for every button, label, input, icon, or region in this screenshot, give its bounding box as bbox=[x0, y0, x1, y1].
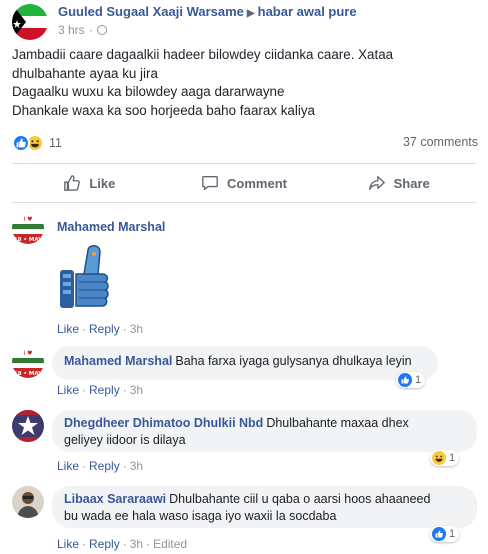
comment-reaction-count: 1 bbox=[449, 452, 456, 464]
comment-item: Libaax Sararaawi Dhulbahante ciil u qaba … bbox=[12, 486, 482, 552]
haha-reaction-icon bbox=[432, 451, 446, 465]
avatar-date-text: 18 • MAY bbox=[14, 237, 43, 243]
comment-time[interactable]: 3h bbox=[130, 322, 143, 336]
comment-time[interactable]: 3h bbox=[130, 537, 143, 551]
post-reactions[interactable]: 11 bbox=[12, 133, 62, 153]
comment-bubble: Libaax Sararaawi Dhulbahante ciil u qaba … bbox=[52, 486, 477, 528]
commenter-avatar[interactable]: I ♥ 18 • MAY bbox=[12, 346, 44, 378]
share-icon bbox=[368, 176, 385, 190]
share-button[interactable]: Share bbox=[321, 166, 476, 200]
comment-icon bbox=[202, 176, 218, 190]
comment-like-link[interactable]: Like bbox=[57, 459, 79, 473]
comment-like-link[interactable]: Like bbox=[57, 537, 79, 551]
comments-count-link[interactable]: 37 comments bbox=[403, 135, 478, 149]
post-timestamp[interactable]: 3 hrs bbox=[58, 23, 85, 37]
comment-reaction-badge[interactable]: 1 bbox=[430, 450, 460, 466]
comment-item: I ♥ 18 • MAY Mahamed Marshal Baha farxa i… bbox=[12, 346, 482, 400]
comment-text: Dhulbahante maxaa dhex bbox=[266, 416, 409, 430]
post-author-name[interactable]: Guuled Sugaal Xaaji Warsame bbox=[58, 4, 244, 19]
post-author-line: Guuled Sugaal Xaaji Warsame ▶ habar awal p… bbox=[58, 4, 357, 19]
like-reaction-icon bbox=[398, 373, 412, 387]
commenter-name[interactable]: Dhegdheer Dhimatoo Dhulkii Nbd bbox=[64, 416, 263, 430]
post-group-name[interactable]: habar awal pure bbox=[258, 4, 357, 19]
svg-text:I ♥: I ♥ bbox=[23, 216, 32, 223]
comment-meta: Like · Reply · 3h bbox=[57, 383, 144, 397]
like-button[interactable]: Like bbox=[12, 166, 167, 200]
reaction-count: 11 bbox=[49, 136, 62, 150]
comment-text: geliyey iidoor is dilaya bbox=[64, 433, 186, 447]
comment-reaction-count: 1 bbox=[415, 374, 422, 386]
post-line: Dagaalku wuxu ka bilowdey aaga dararwayn… bbox=[12, 84, 285, 99]
author-avatar[interactable] bbox=[12, 4, 48, 40]
comment-button[interactable]: Comment bbox=[167, 166, 322, 200]
post-line: Jambadii caare dagaalkii hadeer bilowdey… bbox=[12, 47, 394, 62]
post-action-bar: Like Comment Share bbox=[12, 166, 476, 200]
like-reaction-icon bbox=[432, 527, 446, 541]
commenter-name[interactable]: Mahamed Marshal bbox=[64, 354, 172, 368]
comment-text: Baha farxa iyaga gulysanya dhulkaya leyi… bbox=[175, 354, 412, 368]
thumbs-up-robot-sticker[interactable] bbox=[54, 240, 130, 316]
comment-edited-label[interactable]: Edited bbox=[153, 537, 187, 551]
commenter-name[interactable]: Libaax Sararaawi bbox=[64, 492, 166, 506]
post-line: Dhankale waxa ka soo horjeeda baho faara… bbox=[12, 102, 315, 118]
comment-meta: Like · Reply · 3h bbox=[57, 459, 144, 473]
like-reaction-icon bbox=[12, 134, 30, 152]
comment-text: Dhulbahante ciil u qaba o aarsi hoos aha… bbox=[169, 492, 431, 506]
commenter-name[interactable]: Mahamed Marshal bbox=[57, 220, 165, 234]
divider bbox=[12, 202, 476, 203]
post-header: Guuled Sugaal Xaaji Warsame ▶ habar awal p… bbox=[12, 2, 482, 42]
comment-bubble: Dhegdheer Dhimatoo Dhulkii Nbd Dhulbahant… bbox=[52, 410, 477, 452]
comment-text: bu wada ee hala waso isaga iyo waxii la … bbox=[64, 509, 337, 523]
thumbs-up-icon bbox=[64, 175, 81, 191]
comment-reaction-badge[interactable]: 1 bbox=[396, 372, 426, 388]
dot-separator: · bbox=[88, 23, 93, 37]
divider bbox=[12, 163, 476, 164]
globe-icon bbox=[96, 25, 107, 35]
comment-item: Dhegdheer Dhimatoo Dhulkii Nbd Dhulbahant… bbox=[12, 410, 482, 476]
comment-reply-link[interactable]: Reply bbox=[89, 537, 120, 551]
comment-reply-link[interactable]: Reply bbox=[89, 459, 120, 473]
comment-meta: Like · Reply · 3h · Edited bbox=[57, 537, 188, 551]
comment-reply-link[interactable]: Reply bbox=[89, 322, 120, 336]
commenter-avatar[interactable] bbox=[12, 486, 44, 518]
post-time-line: 3 hrs · bbox=[58, 23, 107, 37]
comment-reaction-badge[interactable]: 1 bbox=[430, 526, 460, 542]
comment-reply-link[interactable]: Reply bbox=[89, 383, 120, 397]
avatar-date-text: 18 • MAY bbox=[14, 371, 43, 377]
svg-text:I ♥: I ♥ bbox=[23, 350, 32, 357]
post-body: Jambadii caare dagaalkii hadeer bilowdey… bbox=[12, 46, 482, 120]
comment-like-link[interactable]: Like bbox=[57, 322, 79, 336]
commenter-avatar[interactable] bbox=[12, 410, 44, 442]
post-line: dhulbahante ayaa ku jira bbox=[12, 65, 158, 81]
comment-like-link[interactable]: Like bbox=[57, 383, 79, 397]
comment-label: Comment bbox=[227, 175, 287, 191]
comment-meta: Like · Reply · 3h bbox=[57, 322, 144, 336]
arrow-right-icon: ▶ bbox=[246, 8, 255, 19]
comment-bubble: Mahamed Marshal Baha farxa iyaga gulysany… bbox=[52, 346, 438, 380]
share-label: Share bbox=[393, 175, 430, 191]
comment-time[interactable]: 3h bbox=[130, 383, 143, 397]
commenter-avatar[interactable]: I ♥ 18 • MAY bbox=[12, 212, 44, 244]
comment-reaction-count: 1 bbox=[449, 528, 456, 540]
like-label: Like bbox=[89, 175, 116, 191]
comment-item: I ♥ 18 • MAY Mahamed Marshal Like · Reply ·… bbox=[12, 212, 482, 336]
comment-time[interactable]: 3h bbox=[130, 459, 143, 473]
